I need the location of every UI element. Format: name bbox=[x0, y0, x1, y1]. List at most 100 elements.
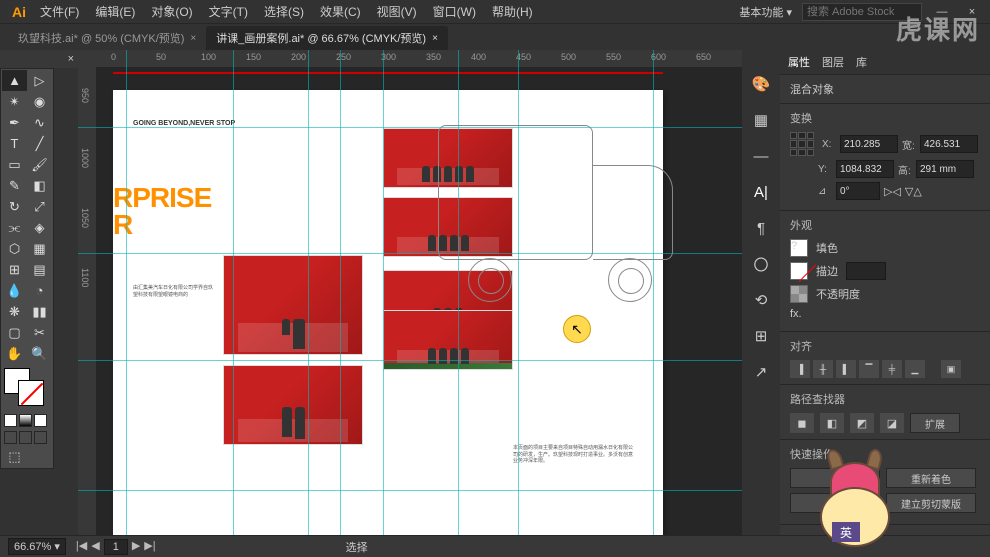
guide[interactable] bbox=[458, 50, 459, 535]
zoom-level[interactable]: 66.67% ▾ bbox=[8, 538, 66, 555]
guide[interactable] bbox=[518, 50, 519, 535]
menu-window[interactable]: 窗口(W) bbox=[427, 1, 482, 22]
guide[interactable] bbox=[383, 50, 384, 535]
rectangle-tool[interactable]: ▭ bbox=[2, 154, 27, 175]
menu-effect[interactable]: 效果(C) bbox=[314, 1, 367, 22]
screen-mode[interactable]: ⬚ bbox=[2, 446, 27, 467]
artboard-tool[interactable]: ▢ bbox=[2, 322, 27, 343]
pf-minus[interactable]: ◧ bbox=[820, 413, 844, 433]
first-artboard[interactable]: |◀ bbox=[76, 539, 87, 555]
color-panel-icon[interactable]: 🎨 bbox=[746, 70, 776, 98]
align-hcenter[interactable]: ╫ bbox=[813, 360, 833, 378]
menu-help[interactable]: 帮助(H) bbox=[486, 1, 539, 22]
y-input[interactable] bbox=[836, 160, 894, 178]
ime-badge[interactable]: 英 bbox=[832, 522, 860, 542]
draw-inside[interactable] bbox=[34, 431, 47, 444]
direct-selection-tool[interactable]: ▷ bbox=[27, 70, 52, 91]
guide[interactable] bbox=[308, 50, 309, 535]
eyedropper-tool[interactable]: 💧 bbox=[2, 280, 27, 301]
swatches-panel-icon[interactable]: ▦ bbox=[746, 106, 776, 134]
transform-panel-icon[interactable]: ⊞ bbox=[746, 322, 776, 350]
tab-doc-1[interactable]: 玖望科技.ai* @ 50% (CMYK/预览) × bbox=[8, 26, 206, 50]
paintbrush-tool[interactable]: 🖌 bbox=[27, 154, 52, 175]
fill-swatch[interactable]: ? bbox=[790, 239, 808, 257]
symbols-panel-icon[interactable]: ⟲ bbox=[746, 286, 776, 314]
truck-illustration[interactable] bbox=[438, 125, 678, 280]
line-tool[interactable]: ╱ bbox=[27, 133, 52, 154]
ruler-horizontal[interactable]: 0 50 100 150 200 250 300 350 400 450 500… bbox=[96, 50, 742, 68]
guide[interactable] bbox=[78, 490, 742, 491]
width-input[interactable] bbox=[920, 135, 978, 153]
align-bottom[interactable]: ▁ bbox=[905, 360, 925, 378]
flip-h-icon[interactable]: ▷◁ bbox=[884, 185, 901, 198]
guide[interactable] bbox=[78, 253, 742, 254]
stroke-swatch[interactable] bbox=[790, 262, 808, 280]
scale-tool[interactable]: ⤢ bbox=[27, 196, 52, 217]
selection-tool[interactable]: ▲ bbox=[2, 70, 27, 91]
export-panel-icon[interactable]: ↗ bbox=[746, 358, 776, 386]
reference-point[interactable] bbox=[790, 132, 814, 156]
panel-tab-layers[interactable]: 图层 bbox=[822, 54, 844, 70]
guide[interactable] bbox=[233, 50, 234, 535]
none-swatch[interactable] bbox=[34, 414, 47, 427]
next-artboard[interactable]: ▶ bbox=[132, 539, 140, 555]
panel-tab-properties[interactable]: 属性 bbox=[788, 54, 810, 70]
align-vcenter[interactable]: ╪ bbox=[882, 360, 902, 378]
eraser-tool[interactable]: ◧ bbox=[27, 175, 52, 196]
menu-edit[interactable]: 编辑(E) bbox=[89, 1, 141, 22]
pf-unite[interactable]: ◼ bbox=[790, 413, 814, 433]
slice-tool[interactable]: ✂ bbox=[27, 322, 52, 343]
angle-input[interactable] bbox=[836, 182, 880, 200]
align-right[interactable]: ▌ bbox=[836, 360, 856, 378]
menu-object[interactable]: 对象(O) bbox=[145, 1, 198, 22]
opacity-swatch[interactable] bbox=[790, 285, 808, 303]
column-graph-tool[interactable]: ▮▮ bbox=[27, 301, 52, 322]
tab-doc-2[interactable]: 讲课_画册案例.ai* @ 66.67% (CMYK/预览) × bbox=[206, 26, 448, 50]
ruler-vertical[interactable]: 950 1000 1050 1100 bbox=[78, 68, 96, 535]
flip-v-icon[interactable]: ▽△ bbox=[905, 185, 922, 198]
expand-button[interactable]: 扩展 bbox=[910, 413, 960, 433]
placed-image[interactable] bbox=[383, 310, 513, 370]
shape-builder-tool[interactable]: ⬡ bbox=[2, 238, 27, 259]
lasso-tool[interactable]: ◉ bbox=[27, 91, 52, 112]
curvature-tool[interactable]: ∿ bbox=[27, 112, 52, 133]
prev-artboard[interactable]: ◀ bbox=[91, 539, 99, 555]
menu-view[interactable]: 视图(V) bbox=[371, 1, 423, 22]
gradient-swatch[interactable] bbox=[19, 414, 32, 427]
panel-close-icon[interactable]: × bbox=[68, 53, 74, 65]
stroke-panel-icon[interactable]: 〇 bbox=[746, 250, 776, 278]
paragraph-panel-icon[interactable]: ¶ bbox=[746, 214, 776, 242]
perspective-tool[interactable]: ▦ bbox=[27, 238, 52, 259]
free-transform-tool[interactable]: ◈ bbox=[27, 217, 52, 238]
ruler-origin[interactable] bbox=[78, 50, 96, 68]
hand-tool[interactable]: ✋ bbox=[2, 343, 27, 364]
guide[interactable] bbox=[78, 360, 742, 361]
menu-file[interactable]: 文件(F) bbox=[34, 1, 85, 22]
draw-normal[interactable] bbox=[4, 431, 17, 444]
character-panel-icon[interactable]: A| bbox=[746, 178, 776, 206]
width-tool[interactable]: ⫘ bbox=[2, 217, 27, 238]
guide[interactable] bbox=[126, 50, 127, 535]
canvas-area[interactable]: 0 50 100 150 200 250 300 350 400 450 500… bbox=[78, 50, 742, 535]
height-input[interactable] bbox=[916, 160, 974, 178]
gradient-tool[interactable]: ▤ bbox=[27, 259, 52, 280]
type-tool[interactable]: T bbox=[2, 133, 27, 154]
last-artboard[interactable]: ▶| bbox=[144, 539, 155, 555]
draw-behind[interactable] bbox=[19, 431, 32, 444]
mesh-tool[interactable]: ⊞ bbox=[2, 259, 27, 280]
color-swatch[interactable] bbox=[4, 414, 17, 427]
pf-intersect[interactable]: ◩ bbox=[850, 413, 874, 433]
align-top[interactable]: ▔ bbox=[859, 360, 879, 378]
pen-tool[interactable]: ✒ bbox=[2, 112, 27, 133]
close-icon[interactable]: × bbox=[432, 33, 438, 44]
artboard-number[interactable]: 1 bbox=[104, 539, 128, 555]
menu-type[interactable]: 文字(T) bbox=[203, 1, 254, 22]
menu-select[interactable]: 选择(S) bbox=[258, 1, 310, 22]
close-icon[interactable]: × bbox=[190, 33, 196, 44]
align-to[interactable]: ▣ bbox=[941, 360, 961, 378]
brushes-panel-icon[interactable]: — bbox=[746, 142, 776, 170]
guide[interactable] bbox=[340, 50, 341, 535]
guide[interactable] bbox=[78, 127, 742, 128]
align-left[interactable]: ▐ bbox=[790, 360, 810, 378]
pf-exclude[interactable]: ◪ bbox=[880, 413, 904, 433]
